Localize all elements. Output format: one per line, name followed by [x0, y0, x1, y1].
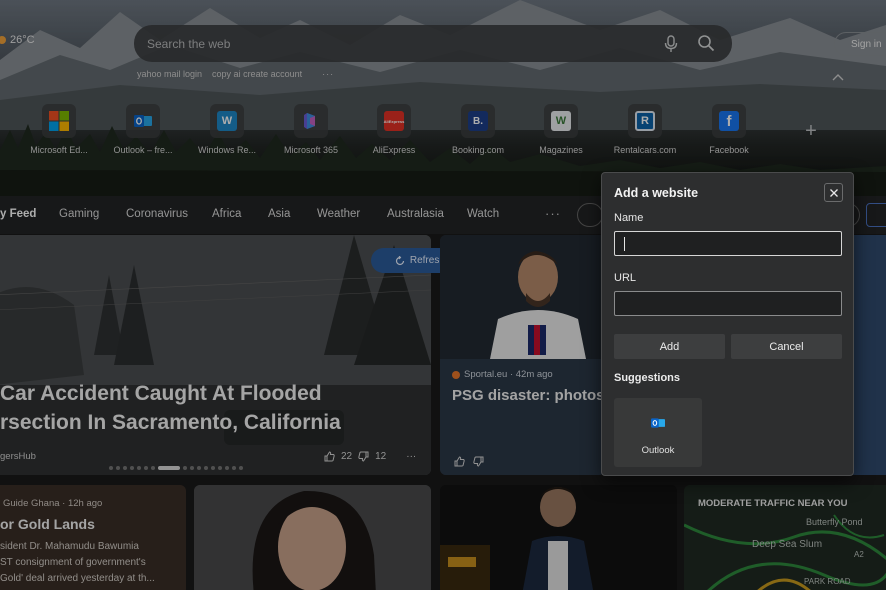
new-tab-page: 26°C Sign in Search the web yahoo mail l… [0, 0, 886, 590]
outlook-icon [651, 418, 665, 428]
add-website-dialog: Add a website Name URL Add Cancel Sugges… [601, 172, 854, 476]
cancel-button[interactable]: Cancel [731, 334, 842, 359]
url-input[interactable] [614, 291, 842, 316]
name-label: Name [614, 212, 644, 224]
text-caret [624, 237, 625, 251]
dialog-title: Add a website [614, 186, 699, 200]
suggestions-heading: Suggestions [614, 372, 681, 384]
close-icon [829, 188, 838, 197]
url-label: URL [614, 272, 637, 284]
name-input[interactable] [614, 231, 842, 256]
close-button[interactable] [824, 183, 843, 202]
add-button[interactable]: Add [614, 334, 725, 359]
suggestion-outlook[interactable]: Outlook [614, 398, 702, 467]
suggestion-label: Outlook [641, 445, 675, 456]
